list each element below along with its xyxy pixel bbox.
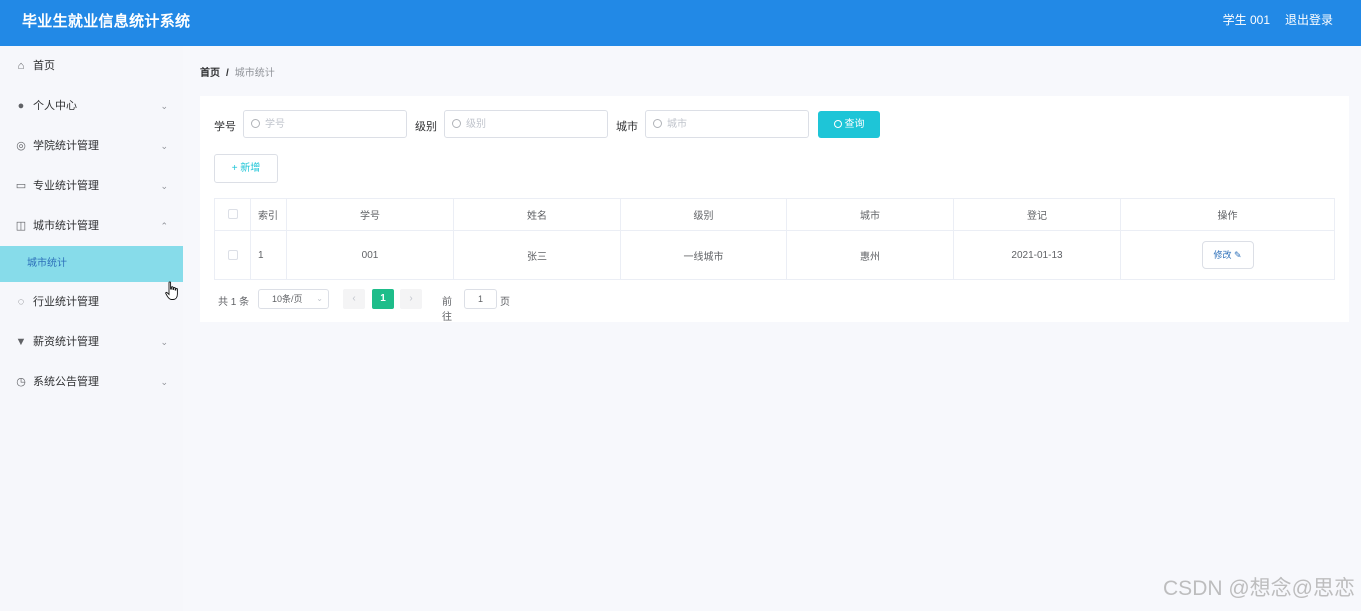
select-all-cell (214, 198, 251, 231)
next-page-button[interactable]: › (400, 289, 422, 309)
sidebar-item-notice[interactable]: ◷ 系统公告管理 ⌄ (0, 362, 183, 402)
sidebar-item-salary-stats[interactable]: ▼ 薪资统计管理 ⌄ (0, 322, 183, 362)
chevron-down-icon: ⌄ (316, 294, 323, 303)
filter-label-level: 级别 (415, 121, 437, 133)
col-header-action: 操作 (1120, 198, 1335, 231)
breadcrumb: 首页 / 城市统计 (200, 64, 275, 79)
sidebar-item-college-stats[interactable]: ◎ 学院统计管理 ⌄ (0, 126, 183, 166)
col-header-student-id: 学号 (286, 198, 454, 231)
col-header-name: 姓名 (453, 198, 621, 231)
chevron-up-icon: ⌃ (160, 221, 168, 231)
sidebar-item-label: 薪资统计管理 (33, 336, 99, 348)
col-header-index: 索引 (250, 198, 287, 231)
chat-icon: ▭ (15, 180, 27, 192)
cell-city: 惠州 (786, 230, 954, 280)
chevron-down-icon: ⌄ (160, 141, 168, 151)
watermark: CSDN @想念@思恋 (1163, 577, 1355, 600)
sidebar-item-city-stats[interactable]: ◫ 城市统计管理 ⌃ (0, 206, 183, 246)
sidebar-item-label: 个人中心 (33, 100, 77, 112)
sidebar-item-label: 行业统计管理 (33, 296, 99, 308)
current-user[interactable]: 学生 001 (1223, 11, 1270, 28)
search-icon (833, 120, 842, 128)
cell-level: 一线城市 (620, 230, 787, 280)
top-bar: 毕业生就业信息统计系统 学生 001 退出登录 (0, 0, 1361, 46)
query-button[interactable]: 查询 (818, 111, 880, 138)
search-icon (452, 119, 461, 128)
level-field[interactable] (444, 110, 608, 138)
table-row: 1 001 张三 一线城市 惠州 2021-01-13 修改 ✎ (214, 230, 1335, 280)
globe-icon: ◎ (16, 140, 26, 152)
page-number-current[interactable]: 1 (372, 289, 394, 309)
student-id-field[interactable] (243, 110, 407, 138)
user-icon: ● (17, 100, 25, 112)
search-icon (251, 119, 260, 128)
row-select-cell (214, 230, 251, 280)
cell-date: 2021-01-13 (953, 230, 1121, 280)
cell-name: 张三 (453, 230, 621, 280)
sidebar-item-label: 学院统计管理 (33, 140, 99, 152)
add-button[interactable]: + 新增 (214, 154, 278, 183)
chevron-down-icon: ⌄ (160, 101, 168, 111)
city-input[interactable] (667, 111, 805, 137)
query-button-label: 查询 (844, 119, 865, 130)
sidebar: ⌂ 首页 ● 个人中心 ⌄ ◎ 学院统计管理 ⌄ ▭ 专业统计管理 ⌄ ◫ 城市… (0, 46, 183, 611)
sidebar-item-home[interactable]: ⌂ 首页 (0, 46, 183, 86)
gauge-icon: ◷ (16, 376, 26, 388)
goto-unit-label: 页 (500, 297, 510, 308)
cell-action: 修改 ✎ (1120, 230, 1335, 280)
sidebar-item-label: 系统公告管理 (33, 376, 99, 388)
row-checkbox[interactable] (227, 249, 238, 260)
search-icon (653, 119, 662, 128)
sidebar-item-label: 首页 (33, 60, 55, 72)
sidebar-subitem-city-stats[interactable]: 城市统计 (0, 246, 183, 282)
goto-label: 前往 (442, 297, 452, 323)
student-id-input[interactable] (265, 111, 403, 137)
chevron-down-icon: ⌄ (160, 181, 168, 191)
breadcrumb-home[interactable]: 首页 (200, 68, 220, 79)
copy-icon: ◫ (15, 220, 27, 232)
breadcrumb-current: 城市统计 (234, 68, 275, 79)
prev-page-button[interactable]: ‹ (343, 289, 365, 309)
hand-cursor-icon (165, 281, 178, 300)
table-header-row: 索引 学号 姓名 级别 城市 登记 操作 (214, 198, 1335, 231)
sidebar-item-major-stats[interactable]: ▭ 专业统计管理 ⌄ (0, 166, 183, 206)
sidebar-item-industry-stats[interactable]: ◌ 行业统计管理 (0, 282, 183, 322)
sidebar-item-label: 城市统计管理 (33, 220, 99, 232)
content-panel: 学号 级别 城市 查询 + 新增 索引 学号 姓名 级别 城市 登记 操作 (200, 96, 1349, 323)
col-header-date: 登记 (953, 198, 1121, 231)
filter-label-student-id: 学号 (214, 121, 236, 133)
sidebar-item-personal-center[interactable]: ● 个人中心 ⌄ (0, 86, 183, 126)
app-title: 毕业生就业信息统计系统 (22, 13, 191, 30)
logout-link[interactable]: 退出登录 (1285, 11, 1333, 28)
level-input[interactable] (466, 111, 604, 137)
chevron-down-icon: ⌄ (160, 377, 168, 387)
pagination-total: 共 1 条 (218, 297, 250, 308)
cell-index: 1 (250, 230, 287, 280)
filter-label-city: 城市 (616, 121, 638, 133)
data-table: 索引 学号 姓名 级别 城市 登记 操作 1 001 张三 一线城市 惠州 20… (214, 198, 1335, 280)
breadcrumb-separator: / (226, 68, 229, 79)
col-header-city: 城市 (786, 198, 954, 231)
sidebar-item-label: 专业统计管理 (33, 180, 99, 192)
cell-student-id: 001 (286, 230, 454, 280)
page-size-value: 10条/页 (272, 294, 303, 304)
cup-icon: ▼ (15, 336, 27, 348)
col-header-level: 级别 (620, 198, 787, 231)
edit-button[interactable]: 修改 ✎ (1201, 241, 1254, 269)
home-icon: ⌂ (17, 60, 25, 72)
page-size-select[interactable]: 10条/页 ⌄ (258, 289, 329, 309)
chevron-down-icon: ⌄ (160, 337, 168, 347)
goto-page-input[interactable] (464, 289, 497, 309)
select-all-checkbox[interactable] (227, 209, 238, 220)
power-icon: ◌ (17, 296, 25, 308)
city-field[interactable] (645, 110, 809, 138)
